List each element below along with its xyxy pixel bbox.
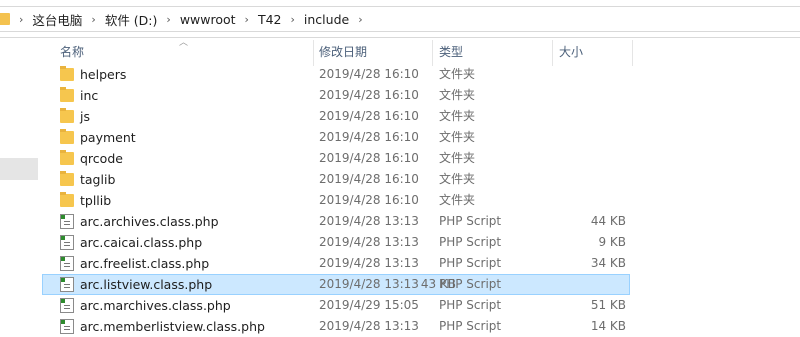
nav-selected-item[interactable] (0, 158, 38, 180)
file-type: PHP Script (439, 256, 502, 270)
php-file-icon (60, 298, 74, 313)
file-type: PHP Script (439, 214, 502, 228)
file-modified-date: 2019/4/29 15:05 (319, 298, 419, 312)
file-type: PHP Script (439, 235, 502, 249)
breadcrumb-drive-d[interactable]: 软件 (D:) (105, 10, 158, 29)
address-bar: › 这台电脑 › 软件 (D:) › wwwroot › T42 › inclu… (0, 0, 800, 38)
file-row[interactable]: arc.listview.class.php 2019/4/28 13:13 PHP… (42, 274, 630, 295)
file-modified-date: 2019/4/28 13:13 (319, 277, 419, 291)
column-divider[interactable] (552, 40, 553, 66)
column-divider[interactable] (632, 40, 633, 66)
chevron-right-icon[interactable]: › (166, 13, 170, 26)
folder-icon (0, 13, 10, 25)
file-modified-date: 2019/4/28 16:10 (319, 109, 419, 123)
file-modified-date: 2019/4/28 13:13 (319, 235, 419, 249)
file-name: js (80, 109, 90, 124)
php-file-icon (60, 277, 74, 292)
breadcrumb-wwwroot[interactable]: wwwroot (180, 12, 236, 27)
breadcrumb[interactable]: › 这台电脑 › 软件 (D:) › wwwroot › T42 › inclu… (0, 6, 800, 32)
file-name: inc (80, 88, 99, 103)
file-name: helpers (80, 67, 127, 82)
file-type: 文件夹 (439, 67, 476, 81)
sort-ascending-icon: ︿ (179, 38, 189, 48)
folder-icon (60, 108, 74, 123)
folder-row[interactable]: tpllib 2019/4/28 16:10 文件夹 (42, 190, 800, 211)
file-name: arc.archives.class.php (80, 214, 219, 229)
php-file-icon (60, 235, 74, 250)
chevron-right-icon[interactable]: › (358, 13, 362, 26)
folder-row[interactable]: payment 2019/4/28 16:10 文件夹 (42, 127, 800, 148)
file-modified-date: 2019/4/28 13:13 (319, 319, 419, 333)
file-name: arc.freelist.class.php (80, 256, 210, 271)
chevron-right-icon[interactable]: › (19, 13, 23, 26)
folder-icon (60, 87, 74, 102)
file-row[interactable]: arc.memberlistview.class.php 2019/4/28 13… (42, 316, 800, 337)
file-modified-date: 2019/4/28 13:13 (319, 214, 419, 228)
column-header-type[interactable]: 类型 (439, 38, 463, 66)
file-modified-date: 2019/4/28 16:10 (319, 88, 419, 102)
chevron-right-icon[interactable]: › (91, 13, 95, 26)
file-modified-date: 2019/4/28 16:10 (319, 67, 419, 81)
file-type: 文件夹 (439, 130, 476, 144)
file-type: 文件夹 (439, 172, 476, 186)
file-name: payment (80, 130, 136, 145)
file-name: arc.caicai.class.php (80, 235, 203, 250)
file-name: arc.listview.class.php (80, 277, 213, 292)
chevron-right-icon[interactable]: › (291, 13, 295, 26)
file-type: 文件夹 (439, 151, 476, 165)
column-header-date[interactable]: 修改日期 (319, 38, 367, 66)
folder-row[interactable]: helpers 2019/4/28 16:10 文件夹 (42, 64, 800, 85)
folder-row[interactable]: js 2019/4/28 16:10 文件夹 (42, 106, 800, 127)
file-size: 51 KB (590, 298, 626, 312)
chevron-right-icon[interactable]: › (245, 13, 249, 26)
column-header: ︿ 名称 修改日期 类型 大小 (42, 38, 800, 66)
file-modified-date: 2019/4/28 16:10 (319, 151, 419, 165)
file-row[interactable]: arc.freelist.class.php 2019/4/28 13:13 PHP… (42, 253, 800, 274)
folder-row[interactable]: inc 2019/4/28 16:10 文件夹 (42, 85, 800, 106)
file-modified-date: 2019/4/28 13:13 (319, 256, 419, 270)
folder-icon (60, 171, 74, 186)
column-divider[interactable] (432, 40, 433, 66)
folder-icon (60, 192, 74, 207)
folder-icon (60, 66, 74, 81)
column-header-name[interactable]: 名称 (60, 38, 84, 66)
file-modified-date: 2019/4/28 16:10 (319, 130, 419, 144)
navigation-pane[interactable] (0, 38, 42, 337)
file-size: 34 KB (590, 256, 626, 270)
breadcrumb-t42[interactable]: T42 (258, 12, 282, 27)
file-modified-date: 2019/4/28 16:10 (319, 172, 419, 186)
file-size: 44 KB (590, 214, 626, 228)
file-row[interactable]: arc.archives.class.php 2019/4/28 13:13 PHP… (42, 211, 800, 232)
file-list: helpers 2019/4/28 16:10 文件夹 inc 2019/4/28 16… (42, 64, 800, 337)
file-type: PHP Script (439, 319, 502, 333)
file-type: 文件夹 (439, 88, 476, 102)
folder-row[interactable]: qrcode 2019/4/28 16:10 文件夹 (42, 148, 800, 169)
breadcrumb-include[interactable]: include (304, 12, 349, 27)
file-size: 9 KB (598, 235, 626, 249)
file-name: qrcode (80, 151, 123, 166)
php-file-icon (60, 319, 74, 334)
file-row[interactable]: arc.caicai.class.php 2019/4/28 13:13 PHP S… (42, 232, 800, 253)
php-file-icon (60, 256, 74, 271)
file-name: tpllib (80, 193, 112, 208)
php-file-icon (60, 214, 74, 229)
file-modified-date: 2019/4/28 16:10 (319, 193, 419, 207)
folder-icon (60, 150, 74, 165)
file-name: arc.memberlistview.class.php (80, 319, 265, 334)
file-size: 43 KB (420, 277, 456, 291)
file-type: 文件夹 (439, 193, 476, 207)
file-name: taglib (80, 172, 116, 187)
column-divider[interactable] (313, 40, 314, 66)
file-type: 文件夹 (439, 109, 476, 123)
file-type: PHP Script (439, 298, 502, 312)
file-row[interactable]: arc.marchives.class.php 2019/4/29 15:05 PH… (42, 295, 800, 316)
file-name: arc.marchives.class.php (80, 298, 231, 313)
folder-icon (60, 129, 74, 144)
breadcrumb-this-pc[interactable]: 这台电脑 (32, 10, 82, 29)
column-header-size[interactable]: 大小 (559, 38, 583, 66)
file-size: 14 KB (590, 319, 626, 333)
folder-row[interactable]: taglib 2019/4/28 16:10 文件夹 (42, 169, 800, 190)
